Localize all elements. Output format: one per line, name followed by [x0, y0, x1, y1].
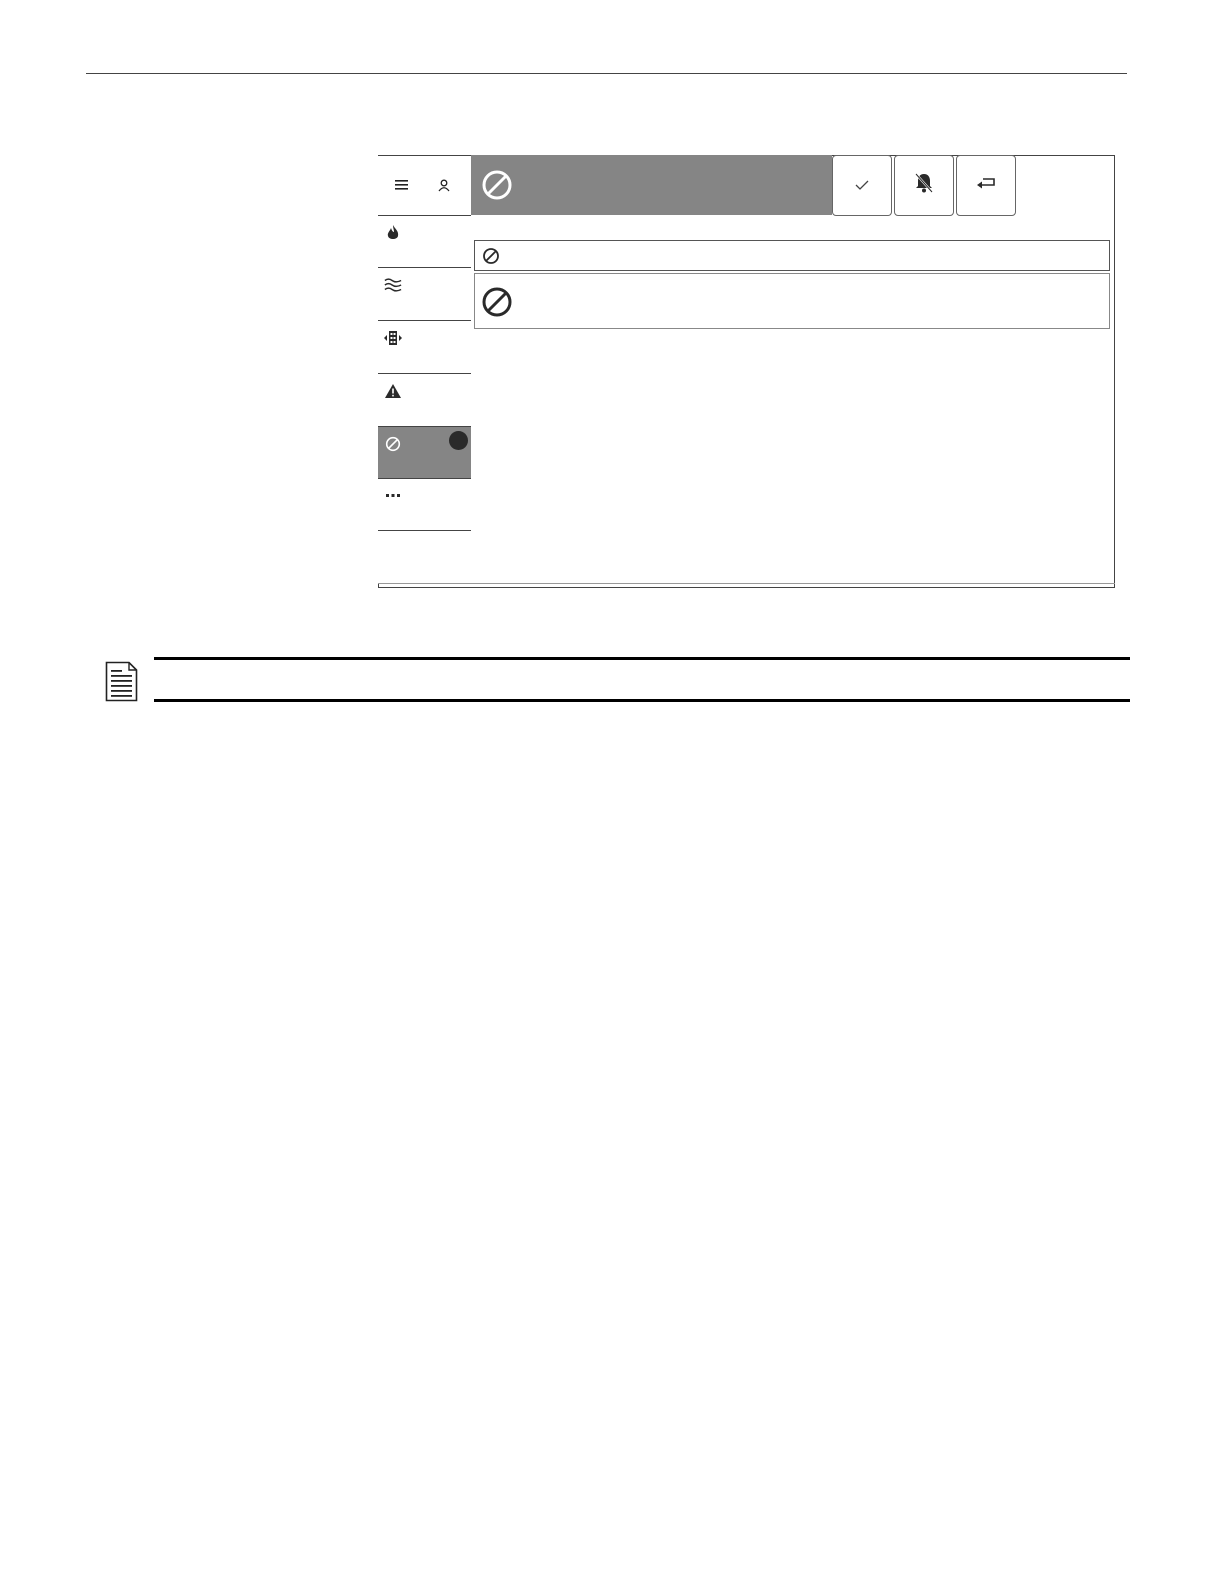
- return-arrow-icon: [975, 176, 997, 195]
- sidebar-item-empty: [378, 531, 471, 584]
- sidebar-header: [378, 155, 471, 216]
- sidebar-item-trouble[interactable]: [378, 374, 471, 427]
- fire-icon: [384, 224, 402, 242]
- warning-icon: [384, 382, 402, 400]
- title-bar: [471, 155, 832, 215]
- return-button[interactable]: [956, 155, 1016, 216]
- acknowledge-button[interactable]: [832, 155, 892, 216]
- list-item[interactable]: [474, 240, 1110, 271]
- check-icon: [855, 177, 869, 195]
- screen-bottom-rule: [378, 583, 1115, 584]
- notification-badge: [449, 431, 468, 450]
- panel-screen: [378, 155, 1115, 588]
- note-rule-top: [154, 657, 1130, 660]
- list-item[interactable]: [474, 273, 1110, 329]
- note-document-icon: [105, 661, 138, 702]
- silence-bell-icon: [913, 172, 935, 199]
- sidebar-item-fire[interactable]: [378, 216, 471, 268]
- disabled-icon: [481, 286, 513, 318]
- disabled-icon: [482, 247, 500, 265]
- building-arrows-icon: [384, 329, 402, 347]
- sidebar-item-building[interactable]: [378, 321, 471, 374]
- sidebar-item-waves[interactable]: [378, 268, 471, 321]
- menu-icon[interactable]: [395, 178, 409, 190]
- user-icon[interactable]: [438, 179, 450, 192]
- disabled-icon: [384, 435, 402, 453]
- sidebar: [378, 155, 471, 584]
- header-rule: [86, 73, 1127, 74]
- more-icon: [384, 487, 402, 505]
- sidebar-item-disabled[interactable]: [378, 427, 471, 479]
- sidebar-item-more[interactable]: [378, 479, 471, 531]
- silence-button[interactable]: [894, 155, 954, 216]
- disabled-icon: [481, 169, 513, 201]
- waves-icon: [384, 276, 402, 294]
- note-rule-bottom: [154, 699, 1130, 702]
